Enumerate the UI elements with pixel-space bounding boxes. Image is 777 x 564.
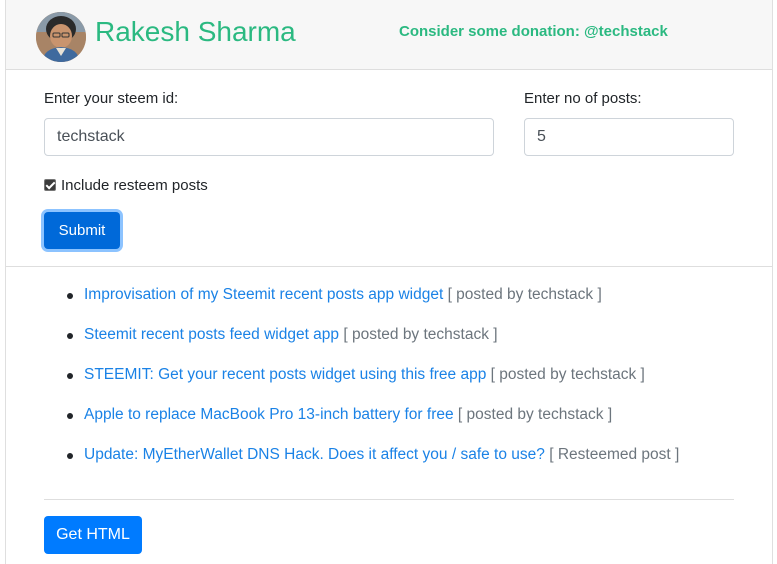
posts-count-label: Enter no of posts: — [524, 90, 642, 107]
post-link[interactable]: STEEMIT: Get your recent posts widget us… — [84, 366, 486, 383]
widget-card: Rakesh Sharma Consider some donation: @t… — [5, 0, 773, 564]
post-meta: [ Resteemed post ] — [549, 446, 680, 463]
list-item: Steemit recent posts feed widget app [ p… — [66, 326, 679, 366]
post-link[interactable]: Improvisation of my Steemit recent posts… — [84, 286, 443, 303]
user-avatar-icon — [36, 12, 86, 62]
post-meta: [ posted by techstack ] — [447, 286, 602, 303]
list-item: Update: MyEtherWallet DNS Hack. Does it … — [66, 446, 680, 486]
get-html-button[interactable]: Get HTML — [44, 516, 142, 554]
steem-id-label: Enter your steem id: — [44, 90, 179, 107]
steem-id-input[interactable] — [44, 118, 494, 156]
post-meta: [ posted by techstack ] — [457, 406, 613, 423]
submit-button[interactable]: Submit — [44, 212, 120, 249]
resteem-checkbox-label: Include resteem posts — [61, 176, 208, 194]
posts-list: Improvisation of my Steemit recent posts… — [66, 286, 680, 486]
content-divider — [44, 499, 734, 500]
post-link[interactable]: Update: MyEtherWallet DNS Hack. Does it … — [84, 446, 545, 463]
section-divider — [6, 266, 772, 267]
list-item: STEEMIT: Get your recent posts widget us… — [66, 366, 679, 406]
post-link[interactable]: Steemit recent posts feed widget app — [84, 326, 339, 343]
posts-count-input[interactable] — [524, 118, 734, 156]
resteem-option[interactable]: Include resteem posts — [44, 175, 208, 195]
post-link[interactable]: Apple to replace MacBook Pro 13-inch bat… — [84, 406, 454, 423]
resteem-checkbox[interactable] — [44, 179, 56, 191]
post-meta: [ posted by techstack ] — [490, 366, 645, 383]
post-meta: [ posted by techstack ] — [343, 326, 498, 343]
page-header: Rakesh Sharma Consider some donation: @t… — [6, 0, 772, 70]
user-name-title: Rakesh Sharma — [95, 16, 296, 47]
list-item: Improvisation of my Steemit recent posts… — [66, 286, 679, 326]
donation-note: Consider some donation: @techstack — [399, 23, 668, 40]
list-item: Apple to replace MacBook Pro 13-inch bat… — [66, 406, 679, 446]
